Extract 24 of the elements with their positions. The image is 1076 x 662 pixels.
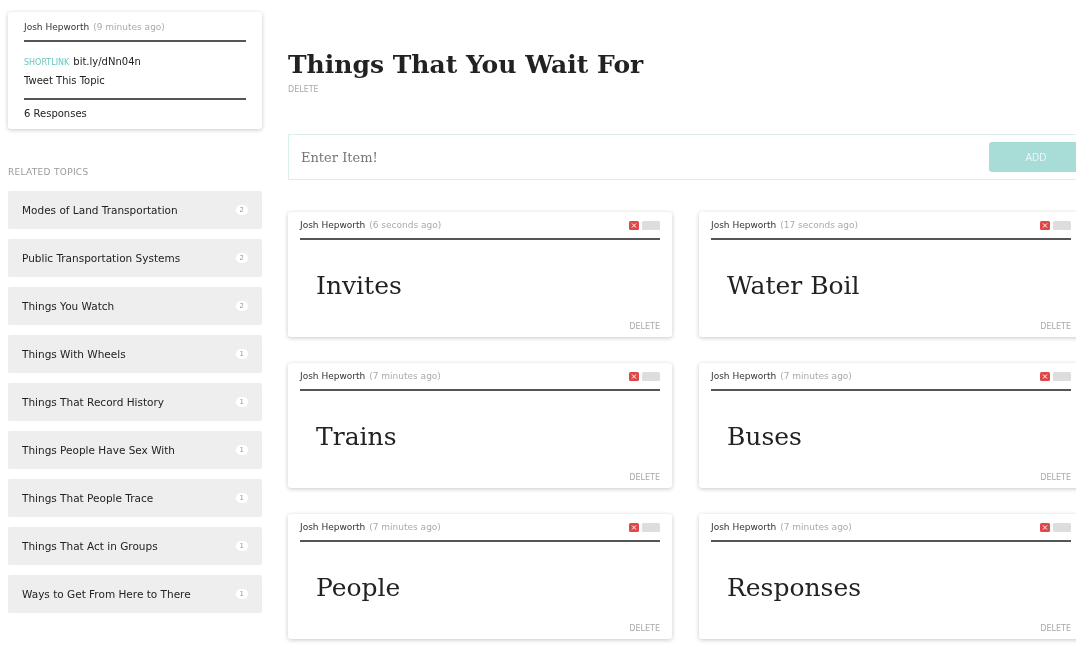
x-square-icon[interactable]	[1040, 371, 1050, 381]
author-line: Josh Hepworth (7 minutes ago)	[711, 371, 852, 381]
tweet-link[interactable]: Tweet This Topic	[24, 75, 246, 86]
item-text: People	[315, 571, 402, 604]
related-heading: RELATED TOPICS	[8, 167, 90, 177]
shortlink-line: SHORTLINK bit.ly/dNn04n	[24, 56, 142, 67]
item-text: Water Boil	[726, 269, 861, 302]
x-square-icon[interactable]	[629, 371, 639, 381]
item-text: Trains	[315, 420, 398, 453]
x-square-icon[interactable]	[629, 522, 639, 532]
responses-count: 6 Responses	[24, 108, 88, 119]
x-square-icon[interactable]	[1040, 522, 1050, 532]
author-line: Josh Hepworth (7 minutes ago)	[300, 371, 441, 381]
author-line: Josh Hepworth (7 minutes ago)	[711, 522, 852, 532]
page-title: Things That You Wait For	[288, 50, 645, 79]
item-text: Invites	[315, 269, 403, 302]
author-line: Josh Hepworth (6 seconds ago)	[300, 220, 442, 230]
item-text: Buses	[726, 420, 803, 453]
x-square-icon[interactable]	[1040, 220, 1050, 230]
author-line: Josh Hepworth (17 seconds ago)	[711, 220, 858, 230]
author-line: Josh Hepworth (9 minutes ago)	[24, 22, 166, 32]
author-line: Josh Hepworth (7 minutes ago)	[300, 522, 441, 532]
x-square-icon[interactable]	[629, 220, 639, 230]
item-text: Responses	[726, 571, 863, 604]
